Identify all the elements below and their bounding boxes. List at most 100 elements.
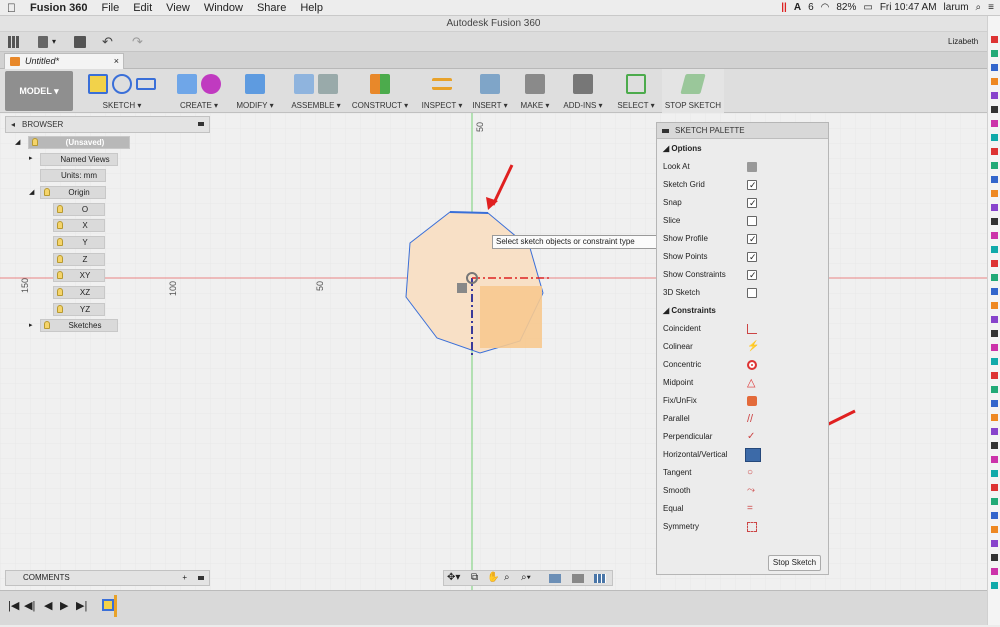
extension-icon[interactable] — [991, 78, 998, 85]
expand-named-views-icon[interactable]: ▸ — [29, 154, 33, 162]
3d-sketch-checkbox[interactable] — [747, 288, 757, 298]
3d-print-icon[interactable] — [525, 74, 545, 94]
pause-icon[interactable]: || — [781, 2, 787, 13]
stop-sketch-group[interactable]: STOP SKETCH — [662, 69, 724, 113]
tree-x-axis[interactable]: X — [53, 219, 105, 232]
constraint-perpendicular[interactable]: Perpendicular ✓ — [663, 430, 823, 444]
look-at-icon[interactable] — [747, 162, 757, 172]
joint-icon[interactable] — [318, 74, 338, 94]
extension-icon[interactable] — [991, 260, 998, 267]
extension-icon[interactable] — [991, 526, 998, 533]
app-name-menu[interactable]: Fusion 360 — [23, 2, 94, 14]
extrude-icon[interactable] — [177, 74, 197, 94]
options-section-header[interactable]: ◢ Options — [663, 142, 823, 156]
constraint-tangent[interactable]: Tangent ○ — [663, 466, 823, 480]
zoom-icon[interactable]: ⌕ — [504, 572, 510, 583]
extension-icon[interactable] — [991, 274, 998, 281]
horizontal-vertical-icon[interactable] — [745, 448, 761, 462]
grid-menu-icon[interactable] — [8, 36, 20, 48]
menu-share[interactable]: Share — [250, 2, 293, 14]
tree-named-views[interactable]: Named Views — [40, 153, 118, 166]
extension-icon[interactable] — [991, 470, 998, 477]
extension-icon[interactable] — [991, 302, 998, 309]
rectangle-profile[interactable] — [480, 286, 542, 348]
extension-icon[interactable] — [991, 428, 998, 435]
insert-image-icon[interactable] — [480, 74, 500, 94]
stop-sketch-icon[interactable] — [680, 74, 706, 94]
last-step-icon[interactable]: ▶| — [76, 599, 87, 612]
sketch-menu[interactable]: SKETCH ▾ — [78, 101, 166, 110]
tree-xz-plane[interactable]: XZ — [53, 286, 105, 299]
timeline-marker[interactable] — [114, 595, 117, 617]
constraint-colinear[interactable]: Colinear ⚡ — [663, 340, 823, 354]
extension-icon[interactable] — [991, 330, 998, 337]
lightbulb-icon[interactable] — [57, 271, 63, 279]
extension-icon[interactable] — [991, 498, 998, 505]
pin-icon[interactable] — [198, 576, 204, 580]
undo-icon[interactable]: ↶ — [102, 34, 113, 50]
pan-icon[interactable]: ✋ — [487, 572, 499, 583]
modify-group[interactable]: MODIFY ▾ — [233, 69, 277, 113]
colinear-icon[interactable]: ⚡ — [747, 342, 759, 352]
create-sketch-icon[interactable] — [88, 74, 108, 94]
menu-help[interactable]: Help — [293, 2, 330, 14]
lightbulb-icon[interactable] — [44, 188, 50, 196]
extension-icon[interactable] — [991, 456, 998, 463]
select-group[interactable]: SELECT ▾ — [614, 69, 658, 113]
stop-sketch-label[interactable]: STOP SKETCH — [662, 101, 724, 110]
collapse-arrow-icon[interactable]: ◂ — [11, 117, 15, 132]
lightbulb-icon[interactable] — [57, 238, 63, 246]
press-pull-icon[interactable] — [245, 74, 265, 94]
play-forward-icon[interactable]: ▶ — [60, 599, 68, 612]
snap-checkbox[interactable] — [747, 196, 757, 210]
coincident-icon[interactable] — [747, 324, 757, 334]
extension-icon[interactable] — [991, 148, 998, 155]
previous-step-icon[interactable]: ◀| — [24, 599, 35, 612]
plane-icon[interactable] — [370, 74, 390, 94]
extension-icon[interactable] — [991, 512, 998, 519]
lightbulb-icon[interactable] — [44, 321, 50, 329]
browser-header[interactable]: ◂ BROWSER — [5, 116, 210, 133]
extension-icon[interactable] — [991, 50, 998, 57]
menu-view[interactable]: View — [159, 2, 197, 14]
modify-menu[interactable]: MODIFY ▾ — [233, 101, 277, 110]
show-profile-checkbox[interactable] — [747, 232, 757, 246]
extension-icon[interactable] — [991, 246, 998, 253]
lightbulb-icon[interactable] — [32, 138, 38, 146]
create-group[interactable]: CREATE ▾ — [170, 69, 228, 113]
redo-icon[interactable]: ↷ — [132, 34, 143, 50]
measure-icon[interactable] — [432, 78, 452, 90]
lightbulb-icon[interactable] — [57, 255, 63, 263]
constraint-concentric[interactable]: Concentric — [663, 358, 823, 372]
insert-group[interactable]: INSERT ▾ — [470, 69, 510, 113]
apple-icon[interactable]:  — [0, 1, 23, 15]
palette-header[interactable]: SKETCH PALETTE — [657, 123, 828, 139]
midpoint-icon[interactable]: △ — [747, 378, 757, 389]
extension-icon[interactable] — [991, 64, 998, 71]
inspect-group[interactable]: INSPECT ▾ — [418, 69, 466, 113]
display-settings-icon[interactable] — [549, 574, 561, 583]
rectangle-icon[interactable] — [136, 78, 156, 90]
selected-edge[interactable] — [449, 211, 489, 214]
assemble-menu[interactable]: ASSEMBLE ▾ — [285, 101, 347, 110]
expand-origin-icon[interactable]: ◢ — [29, 188, 34, 196]
sketch-viewport[interactable]: 50 150 100 50 — [0, 113, 987, 590]
extension-icon[interactable] — [991, 316, 998, 323]
adobe-icon[interactable]: A — [794, 2, 801, 13]
lightbulb-icon[interactable] — [57, 205, 63, 213]
tree-yz-plane[interactable]: YZ — [53, 303, 105, 316]
lightbulb-icon[interactable] — [57, 221, 63, 229]
sketch-group[interactable]: SKETCH ▾ — [78, 69, 166, 113]
tree-root[interactable]: (Unsaved) — [28, 136, 130, 149]
construct-menu[interactable]: CONSTRUCT ▾ — [350, 101, 410, 110]
show-constraints-checkbox[interactable] — [747, 268, 757, 282]
extension-icon[interactable] — [991, 190, 998, 197]
make-menu[interactable]: MAKE ▾ — [516, 101, 554, 110]
constraint-fix-unfix[interactable]: Fix/UnFix — [663, 394, 823, 408]
constraint-smooth[interactable]: Smooth ⤳ — [663, 484, 823, 498]
palette-collapse-icon[interactable] — [662, 129, 669, 133]
wifi-icon[interactable]: ◠ — [821, 2, 830, 13]
extension-icon[interactable] — [991, 484, 998, 491]
file-menu-icon[interactable] — [38, 36, 48, 48]
select-menu[interactable]: SELECT ▾ — [614, 101, 658, 110]
